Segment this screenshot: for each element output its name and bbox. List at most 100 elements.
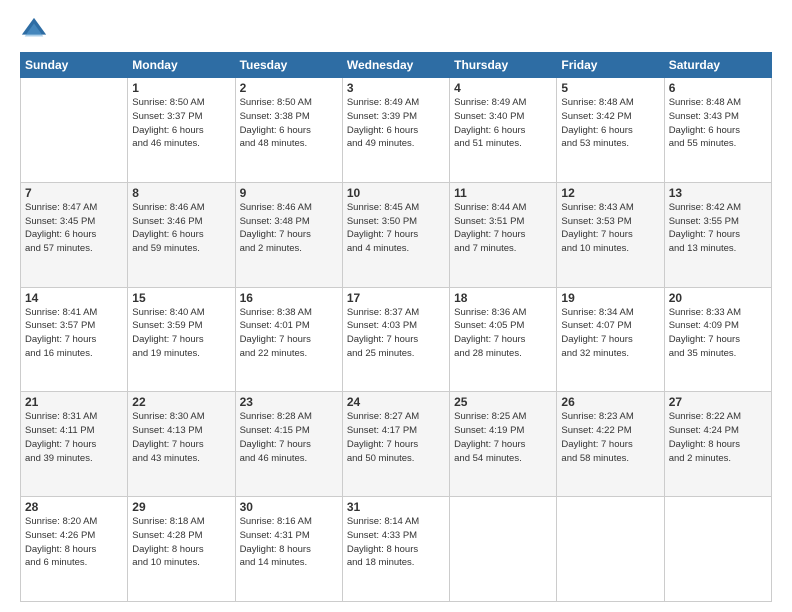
week-row-0: 1Sunrise: 8:50 AMSunset: 3:37 PMDaylight… (21, 78, 772, 183)
day-cell: 25Sunrise: 8:25 AMSunset: 4:19 PMDayligh… (450, 392, 557, 497)
day-number: 4 (454, 81, 552, 95)
day-cell: 14Sunrise: 8:41 AMSunset: 3:57 PMDayligh… (21, 287, 128, 392)
day-cell: 19Sunrise: 8:34 AMSunset: 4:07 PMDayligh… (557, 287, 664, 392)
logo (20, 16, 52, 44)
day-number: 13 (669, 186, 767, 200)
day-info: Sunrise: 8:30 AMSunset: 4:13 PMDaylight:… (132, 410, 230, 465)
day-info: Sunrise: 8:49 AMSunset: 3:40 PMDaylight:… (454, 96, 552, 151)
day-cell: 12Sunrise: 8:43 AMSunset: 3:53 PMDayligh… (557, 182, 664, 287)
day-number: 7 (25, 186, 123, 200)
day-cell: 15Sunrise: 8:40 AMSunset: 3:59 PMDayligh… (128, 287, 235, 392)
day-info: Sunrise: 8:33 AMSunset: 4:09 PMDaylight:… (669, 306, 767, 361)
day-cell: 2Sunrise: 8:50 AMSunset: 3:38 PMDaylight… (235, 78, 342, 183)
weekday-header-sunday: Sunday (21, 53, 128, 78)
day-info: Sunrise: 8:27 AMSunset: 4:17 PMDaylight:… (347, 410, 445, 465)
day-number: 26 (561, 395, 659, 409)
day-info: Sunrise: 8:37 AMSunset: 4:03 PMDaylight:… (347, 306, 445, 361)
day-number: 14 (25, 291, 123, 305)
day-number: 25 (454, 395, 552, 409)
weekday-header-wednesday: Wednesday (342, 53, 449, 78)
day-info: Sunrise: 8:25 AMSunset: 4:19 PMDaylight:… (454, 410, 552, 465)
day-info: Sunrise: 8:16 AMSunset: 4:31 PMDaylight:… (240, 515, 338, 570)
day-cell (664, 497, 771, 602)
day-info: Sunrise: 8:20 AMSunset: 4:26 PMDaylight:… (25, 515, 123, 570)
day-cell: 3Sunrise: 8:49 AMSunset: 3:39 PMDaylight… (342, 78, 449, 183)
day-info: Sunrise: 8:48 AMSunset: 3:42 PMDaylight:… (561, 96, 659, 151)
day-number: 19 (561, 291, 659, 305)
day-number: 21 (25, 395, 123, 409)
day-cell: 28Sunrise: 8:20 AMSunset: 4:26 PMDayligh… (21, 497, 128, 602)
day-cell: 8Sunrise: 8:46 AMSunset: 3:46 PMDaylight… (128, 182, 235, 287)
day-number: 15 (132, 291, 230, 305)
day-info: Sunrise: 8:50 AMSunset: 3:37 PMDaylight:… (132, 96, 230, 151)
day-number: 18 (454, 291, 552, 305)
day-info: Sunrise: 8:50 AMSunset: 3:38 PMDaylight:… (240, 96, 338, 151)
day-cell: 26Sunrise: 8:23 AMSunset: 4:22 PMDayligh… (557, 392, 664, 497)
calendar-table: SundayMondayTuesdayWednesdayThursdayFrid… (20, 52, 772, 602)
day-number: 10 (347, 186, 445, 200)
week-row-3: 21Sunrise: 8:31 AMSunset: 4:11 PMDayligh… (21, 392, 772, 497)
day-info: Sunrise: 8:36 AMSunset: 4:05 PMDaylight:… (454, 306, 552, 361)
weekday-header-friday: Friday (557, 53, 664, 78)
day-number: 22 (132, 395, 230, 409)
day-info: Sunrise: 8:43 AMSunset: 3:53 PMDaylight:… (561, 201, 659, 256)
week-row-2: 14Sunrise: 8:41 AMSunset: 3:57 PMDayligh… (21, 287, 772, 392)
weekday-header-saturday: Saturday (664, 53, 771, 78)
day-cell: 11Sunrise: 8:44 AMSunset: 3:51 PMDayligh… (450, 182, 557, 287)
day-cell: 24Sunrise: 8:27 AMSunset: 4:17 PMDayligh… (342, 392, 449, 497)
day-number: 30 (240, 500, 338, 514)
day-info: Sunrise: 8:18 AMSunset: 4:28 PMDaylight:… (132, 515, 230, 570)
day-info: Sunrise: 8:46 AMSunset: 3:48 PMDaylight:… (240, 201, 338, 256)
weekday-header-thursday: Thursday (450, 53, 557, 78)
day-cell: 4Sunrise: 8:49 AMSunset: 3:40 PMDaylight… (450, 78, 557, 183)
day-info: Sunrise: 8:23 AMSunset: 4:22 PMDaylight:… (561, 410, 659, 465)
day-cell: 6Sunrise: 8:48 AMSunset: 3:43 PMDaylight… (664, 78, 771, 183)
day-cell: 18Sunrise: 8:36 AMSunset: 4:05 PMDayligh… (450, 287, 557, 392)
day-cell: 5Sunrise: 8:48 AMSunset: 3:42 PMDaylight… (557, 78, 664, 183)
day-number: 31 (347, 500, 445, 514)
day-number: 11 (454, 186, 552, 200)
day-cell: 20Sunrise: 8:33 AMSunset: 4:09 PMDayligh… (664, 287, 771, 392)
day-cell: 21Sunrise: 8:31 AMSunset: 4:11 PMDayligh… (21, 392, 128, 497)
day-cell: 17Sunrise: 8:37 AMSunset: 4:03 PMDayligh… (342, 287, 449, 392)
day-number: 20 (669, 291, 767, 305)
day-number: 27 (669, 395, 767, 409)
day-info: Sunrise: 8:44 AMSunset: 3:51 PMDaylight:… (454, 201, 552, 256)
day-info: Sunrise: 8:48 AMSunset: 3:43 PMDaylight:… (669, 96, 767, 151)
day-cell: 23Sunrise: 8:28 AMSunset: 4:15 PMDayligh… (235, 392, 342, 497)
day-number: 2 (240, 81, 338, 95)
day-info: Sunrise: 8:42 AMSunset: 3:55 PMDaylight:… (669, 201, 767, 256)
day-cell: 27Sunrise: 8:22 AMSunset: 4:24 PMDayligh… (664, 392, 771, 497)
day-number: 28 (25, 500, 123, 514)
day-cell: 29Sunrise: 8:18 AMSunset: 4:28 PMDayligh… (128, 497, 235, 602)
day-cell (21, 78, 128, 183)
day-number: 9 (240, 186, 338, 200)
day-cell: 30Sunrise: 8:16 AMSunset: 4:31 PMDayligh… (235, 497, 342, 602)
day-cell: 13Sunrise: 8:42 AMSunset: 3:55 PMDayligh… (664, 182, 771, 287)
day-number: 6 (669, 81, 767, 95)
week-row-1: 7Sunrise: 8:47 AMSunset: 3:45 PMDaylight… (21, 182, 772, 287)
week-row-4: 28Sunrise: 8:20 AMSunset: 4:26 PMDayligh… (21, 497, 772, 602)
day-number: 12 (561, 186, 659, 200)
day-number: 5 (561, 81, 659, 95)
day-cell: 22Sunrise: 8:30 AMSunset: 4:13 PMDayligh… (128, 392, 235, 497)
weekday-header-monday: Monday (128, 53, 235, 78)
day-number: 8 (132, 186, 230, 200)
day-info: Sunrise: 8:34 AMSunset: 4:07 PMDaylight:… (561, 306, 659, 361)
day-cell: 31Sunrise: 8:14 AMSunset: 4:33 PMDayligh… (342, 497, 449, 602)
day-number: 3 (347, 81, 445, 95)
day-info: Sunrise: 8:28 AMSunset: 4:15 PMDaylight:… (240, 410, 338, 465)
day-cell: 1Sunrise: 8:50 AMSunset: 3:37 PMDaylight… (128, 78, 235, 183)
header (20, 16, 772, 44)
day-info: Sunrise: 8:46 AMSunset: 3:46 PMDaylight:… (132, 201, 230, 256)
day-cell: 16Sunrise: 8:38 AMSunset: 4:01 PMDayligh… (235, 287, 342, 392)
day-cell: 9Sunrise: 8:46 AMSunset: 3:48 PMDaylight… (235, 182, 342, 287)
day-info: Sunrise: 8:47 AMSunset: 3:45 PMDaylight:… (25, 201, 123, 256)
day-info: Sunrise: 8:38 AMSunset: 4:01 PMDaylight:… (240, 306, 338, 361)
logo-icon (20, 16, 48, 44)
day-number: 23 (240, 395, 338, 409)
page: SundayMondayTuesdayWednesdayThursdayFrid… (0, 0, 792, 612)
day-number: 1 (132, 81, 230, 95)
day-number: 16 (240, 291, 338, 305)
weekday-header-row: SundayMondayTuesdayWednesdayThursdayFrid… (21, 53, 772, 78)
